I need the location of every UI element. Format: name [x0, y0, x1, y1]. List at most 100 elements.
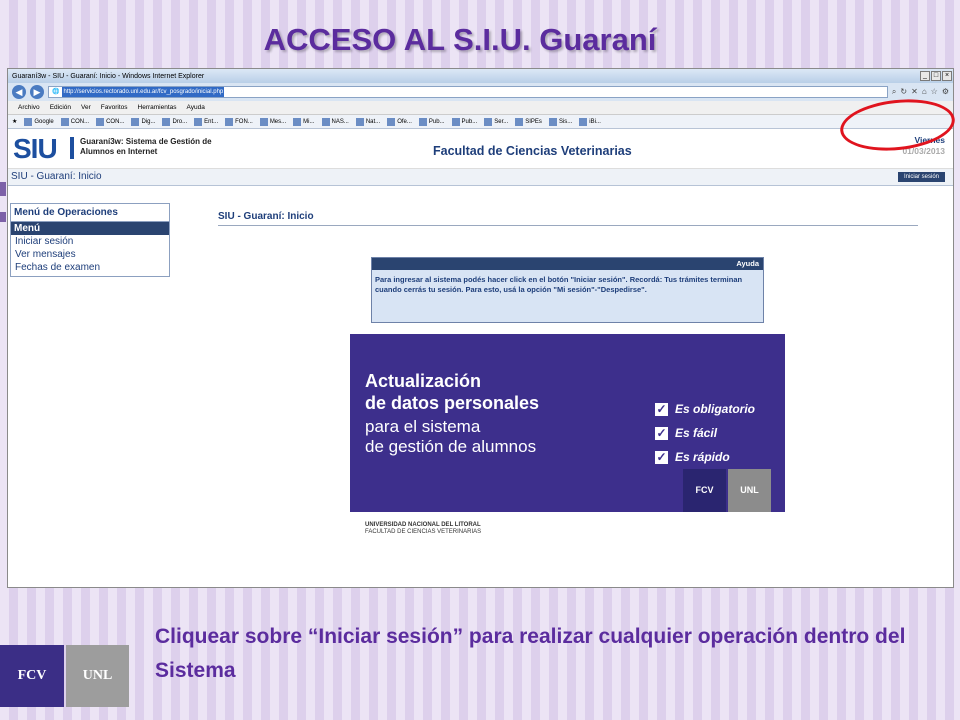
- favorite-item[interactable]: Sis...: [548, 117, 572, 126]
- left-decoration: [0, 212, 6, 222]
- back-icon[interactable]: ◀: [12, 85, 26, 99]
- favorite-item[interactable]: NAS...: [321, 117, 349, 126]
- favorites-bar: ★ Google CON... CON... Dig... Dro... Ent…: [8, 115, 953, 129]
- menu-ver[interactable]: Ver: [81, 104, 91, 111]
- favorite-item[interactable]: Ser...: [484, 117, 508, 126]
- content-title: SIU - Guaraní: Inicio: [218, 211, 918, 226]
- checkmark-icon: ✓: [655, 449, 668, 464]
- banner-subline: para el sistema de gestión de alumnos: [365, 417, 536, 457]
- siu-logo: SIU: [13, 133, 58, 164]
- operations-menu: Menú de Operaciones Menú Iniciar sesión …: [10, 203, 170, 277]
- side-link-iniciar-sesion[interactable]: Iniciar sesión: [11, 235, 169, 248]
- help-text: Para ingresar al sistema podés hacer cli…: [375, 275, 743, 294]
- banner-line: Actualización: [365, 371, 482, 391]
- favorites-star-icon[interactable]: ☆: [931, 87, 938, 97]
- banner-line: para el sistema: [365, 417, 481, 436]
- menu-ayuda[interactable]: Ayuda: [187, 104, 205, 111]
- left-decoration: [0, 182, 6, 196]
- favorite-item[interactable]: Ent...: [194, 117, 218, 126]
- favorite-item[interactable]: Google: [24, 117, 54, 126]
- favicon-icon: [387, 117, 396, 126]
- menu-archivo[interactable]: Archivo: [18, 104, 40, 111]
- menu-bar: Archivo Edición Ver Favoritos Herramient…: [8, 101, 953, 115]
- favorite-item[interactable]: Pub...: [418, 117, 445, 126]
- window-titlebar: Guaraní3w - SIU - Guaraní: Inicio - Wind…: [8, 69, 953, 83]
- favorite-item[interactable]: Mi...: [293, 117, 315, 126]
- siu-logo-bar: [70, 137, 74, 159]
- banner-checks: ✓ Es obligatorio ✓ Es fácil ✓ Es rápido: [655, 397, 755, 469]
- maximize-button[interactable]: □: [931, 71, 941, 81]
- siu-description: Guaraní3w: Sistema de Gestión de Alumnos…: [80, 137, 212, 156]
- menu-favoritos[interactable]: Favoritos: [101, 104, 128, 111]
- favorite-item[interactable]: Nat...: [355, 117, 380, 126]
- banner-university: UNIVERSIDAD NACIONAL DEL LITORAL FACULTA…: [365, 522, 482, 535]
- close-button[interactable]: ×: [942, 71, 952, 81]
- side-menu-head: Menú: [11, 222, 169, 235]
- menu-edicion[interactable]: Edición: [50, 104, 71, 111]
- favicon-icon: [418, 117, 427, 126]
- address-actions: ⌕ ↻ ✕ ⌂ ☆ ⚙: [892, 87, 949, 97]
- minimize-button[interactable]: _: [920, 71, 930, 81]
- favorite-item[interactable]: Ofe...: [387, 117, 412, 126]
- search-icon[interactable]: ⌕: [892, 87, 896, 97]
- web-page: SIU Guaraní3w: Sistema de Gestión de Alu…: [8, 129, 953, 587]
- help-box: Ayuda Para ingresar al sistema podés hac…: [371, 257, 764, 323]
- favicon-icon: [96, 117, 105, 126]
- page-icon: 🌐: [52, 89, 60, 95]
- check-row: ✓ Es obligatorio: [655, 401, 756, 416]
- page-bar: SIU - Guaraní: Inicio Iniciar sesión: [8, 169, 953, 186]
- url-input[interactable]: 🌐 http://servicios.rectorado.unl.edu.ar/…: [48, 86, 888, 98]
- favorite-item[interactable]: Pub...: [451, 117, 477, 126]
- menu-herramientas[interactable]: Herramientas: [138, 104, 177, 111]
- fcv-logo: FCV: [683, 469, 726, 512]
- forward-icon[interactable]: ▶: [30, 85, 44, 99]
- refresh-icon[interactable]: ↻: [900, 87, 907, 97]
- favicon-icon: [484, 117, 493, 126]
- gear-icon[interactable]: ⚙: [942, 87, 949, 97]
- banner-line: de gestión de alumnos: [365, 437, 537, 456]
- banner-line: de datos personales: [365, 393, 540, 413]
- address-bar: ◀ ▶ 🌐 http://servicios.rectorado.unl.edu…: [8, 83, 953, 101]
- favicon-icon: [24, 117, 33, 126]
- favorites-star-icon[interactable]: ★: [12, 118, 17, 125]
- favicon-icon: [451, 117, 460, 126]
- favorite-item[interactable]: CON...: [96, 117, 124, 126]
- favorite-item[interactable]: SIPEs: [515, 117, 542, 126]
- favicon-icon: [355, 117, 364, 126]
- favicon-icon: [60, 117, 69, 126]
- side-menu: Menú Iniciar sesión Ver mensajes Fechas …: [10, 221, 170, 277]
- favorite-item[interactable]: iBi...: [579, 117, 601, 126]
- page-bar-title: SIU - Guaraní: Inicio: [11, 171, 102, 182]
- home-icon[interactable]: ⌂: [922, 87, 927, 97]
- operations-menu-title: Menú de Operaciones: [10, 203, 170, 221]
- main-content: SIU - Guaraní: Inicio Ayuda Para ingresa…: [218, 211, 918, 546]
- window-title: Guaraní3w - SIU - Guaraní: Inicio - Wind…: [12, 72, 205, 80]
- banner-headline: Actualización de datos personales: [365, 370, 539, 414]
- browser-window: Guaraní3w - SIU - Guaraní: Inicio - Wind…: [7, 68, 954, 588]
- favorite-item[interactable]: Mes...: [259, 117, 286, 126]
- faculty-name: Facultad de Ciencias Veterinarias: [433, 144, 632, 158]
- favicon-icon: [548, 117, 557, 126]
- help-head: Ayuda: [372, 258, 763, 270]
- iniciar-sesion-button[interactable]: Iniciar sesión: [897, 172, 945, 182]
- favicon-icon: [515, 117, 524, 126]
- favorite-item[interactable]: CON...: [60, 117, 89, 126]
- favorite-item[interactable]: Dro...: [162, 117, 187, 126]
- checkmark-icon: ✓: [655, 425, 668, 440]
- favicon-icon: [259, 117, 268, 126]
- favorite-item[interactable]: Dig...: [131, 117, 155, 126]
- check-row: ✓ Es rápido: [655, 449, 730, 464]
- favorite-item[interactable]: FON...: [225, 117, 253, 126]
- update-banner[interactable]: Actualización de datos personales para e…: [350, 334, 785, 546]
- favicon-icon: [194, 117, 203, 126]
- fcv-logo: FCV: [0, 645, 64, 707]
- favicon-icon: [131, 117, 140, 126]
- side-link-fechas-examen[interactable]: Fechas de examen: [11, 261, 169, 276]
- favicon-icon: [293, 117, 302, 126]
- stop-icon[interactable]: ✕: [911, 87, 918, 97]
- favicon-icon: [225, 117, 234, 126]
- side-link-ver-mensajes[interactable]: Ver mensajes: [11, 248, 169, 261]
- unl-logo: UNL: [66, 645, 129, 707]
- siu-header: SIU Guaraní3w: Sistema de Gestión de Alu…: [8, 129, 953, 169]
- favicon-icon: [321, 117, 330, 126]
